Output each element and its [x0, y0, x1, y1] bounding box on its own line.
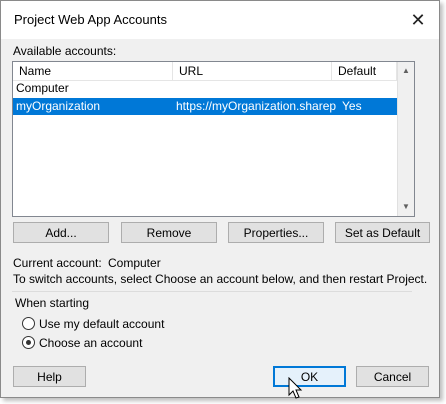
dialog-title: Project Web App Accounts	[14, 12, 167, 27]
title-bar: Project Web App Accounts ✕	[1, 1, 439, 39]
mouse-pointer-icon	[288, 377, 303, 399]
row-default: Yes	[342, 99, 362, 113]
column-header-name[interactable]: Name	[13, 62, 173, 80]
scroll-up-arrow-icon[interactable]: ▲	[398, 62, 414, 79]
row-name: Computer	[16, 81, 69, 95]
column-header-url[interactable]: URL	[173, 62, 332, 80]
set-as-default-button[interactable]: Set as Default	[335, 222, 430, 243]
remove-button[interactable]: Remove	[121, 222, 217, 243]
when-starting-label: When starting	[15, 296, 90, 310]
current-account-value: Computer	[108, 256, 161, 270]
add-button[interactable]: Add...	[13, 222, 109, 243]
row-name: myOrganization	[16, 99, 101, 113]
available-accounts-label: Available accounts:	[13, 44, 117, 58]
ok-button[interactable]: OK	[273, 366, 346, 387]
current-account-label: Current account:	[13, 256, 102, 270]
accounts-list[interactable]: Name URL Default Computer myOrganization…	[12, 61, 415, 217]
vertical-scrollbar[interactable]: ▲ ▼	[397, 62, 414, 216]
cancel-button[interactable]: Cancel	[356, 366, 429, 387]
properties-button[interactable]: Properties...	[228, 222, 324, 243]
radio-choose-account[interactable]	[22, 336, 35, 349]
close-icon[interactable]: ✕	[403, 5, 433, 35]
group-separator	[12, 291, 412, 292]
help-button[interactable]: Help	[13, 366, 86, 387]
instruction-text: To switch accounts, select Choose an acc…	[13, 272, 428, 286]
list-header: Name URL Default	[13, 62, 414, 81]
table-row[interactable]: Computer	[13, 80, 414, 97]
column-header-default[interactable]: Default	[332, 62, 397, 80]
project-web-app-accounts-dialog: Project Web App Accounts ✕ Available acc…	[0, 0, 440, 398]
table-row-selected[interactable]: myOrganization https://myOrganization.sh…	[13, 98, 414, 115]
row-url: https://myOrganization.sharep	[176, 99, 337, 113]
choose-account-label[interactable]: Choose an account	[39, 336, 142, 350]
radio-use-default-account[interactable]	[22, 317, 35, 330]
scroll-down-arrow-icon[interactable]: ▼	[398, 198, 414, 215]
radio-selected-dot-icon	[26, 340, 31, 345]
use-default-account-label[interactable]: Use my default account	[39, 317, 164, 331]
